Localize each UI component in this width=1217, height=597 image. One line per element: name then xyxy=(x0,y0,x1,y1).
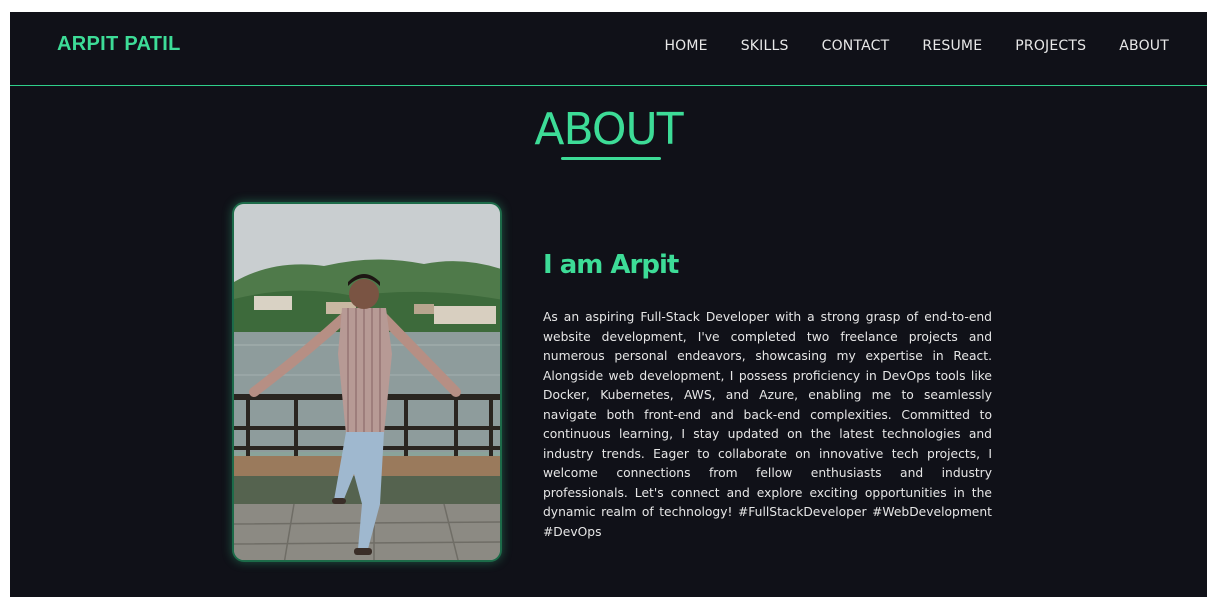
profile-photo-illustration xyxy=(234,204,500,560)
nav-link-skills[interactable]: SKILLS xyxy=(741,38,789,54)
section-title: ABOUT xyxy=(534,104,683,155)
about-heading: I am Arpit xyxy=(543,250,679,280)
nav-links: HOME SKILLS CONTACT RESUME PROJECTS ABOU… xyxy=(631,38,1169,54)
about-paragraph: As an aspiring Full-Stack Developer with… xyxy=(543,310,992,539)
page-frame: ARPIT PATIL HOME SKILLS CONTACT RESUME P… xyxy=(10,12,1207,597)
title-underline xyxy=(561,157,661,160)
nav-link-resume[interactable]: RESUME xyxy=(922,38,982,54)
nav-link-contact[interactable]: CONTACT xyxy=(822,38,890,54)
profile-photo xyxy=(232,202,502,562)
nav-link-home[interactable]: HOME xyxy=(664,38,707,54)
nav-link-projects[interactable]: PROJECTS xyxy=(1015,38,1086,54)
brand-logo[interactable]: ARPIT PATIL xyxy=(57,33,181,56)
nav-link-about[interactable]: ABOUT xyxy=(1119,38,1169,54)
navbar: ARPIT PATIL HOME SKILLS CONTACT RESUME P… xyxy=(10,12,1207,86)
